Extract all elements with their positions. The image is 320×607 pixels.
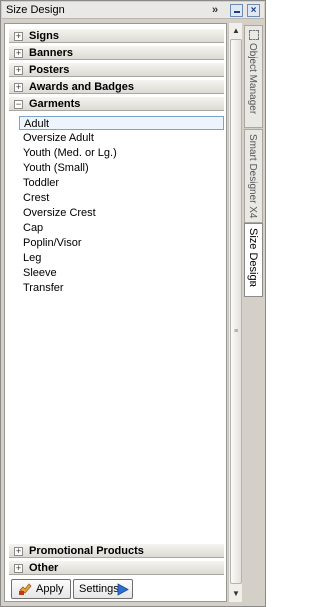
docker-tab-strip: Object Manager Smart Designer X4 Size De… [243, 23, 264, 602]
category-label: Signs [29, 30, 59, 42]
tab-close-icon[interactable]: × [249, 280, 255, 291]
grip-icon: ≡ [234, 328, 239, 335]
category-label: Posters [29, 64, 70, 76]
list-item[interactable]: Transfer [19, 281, 224, 295]
tab-smart-designer[interactable]: Smart Designer X4 [244, 129, 263, 223]
list-item-label: Crest [23, 192, 50, 204]
list-item-label: Youth (Small) [23, 162, 89, 174]
list-item-label: Oversize Adult [23, 132, 94, 144]
scroll-up-icon[interactable]: ▲ [230, 24, 242, 38]
category-banners[interactable]: + Banners [9, 45, 224, 60]
list-item[interactable]: Youth (Small) [19, 161, 224, 175]
tab-label: Smart Designer X4 [247, 134, 258, 219]
category-awards-and-badges[interactable]: + Awards and Badges [9, 79, 224, 94]
list-item[interactable]: Crest [19, 191, 224, 205]
scroll-thumb[interactable]: ≡ [230, 39, 242, 584]
tab-size-design[interactable]: Size Design × [244, 223, 263, 297]
list-item-label: Leg [23, 252, 42, 264]
docker-title-bar[interactable]: Size Design » × [2, 2, 264, 19]
category-label: Awards and Badges [29, 81, 134, 93]
list-item[interactable]: Leg [19, 251, 224, 265]
category-label: Banners [29, 47, 74, 59]
category-label: Garments [29, 98, 81, 110]
minimize-button[interactable] [230, 4, 243, 17]
expand-chevron-icon[interactable]: » [208, 4, 222, 17]
list-item-label: Cap [23, 222, 44, 234]
expand-icon[interactable]: + [14, 547, 23, 556]
list-item[interactable]: Toddler [19, 176, 224, 190]
category-label: Promotional Products [29, 545, 144, 557]
list-item-label: Transfer [23, 282, 64, 294]
category-promotional-products[interactable]: + Promotional Products [9, 543, 224, 558]
tab-object-manager[interactable]: Object Manager [244, 25, 263, 128]
settings-label: Settings [79, 583, 119, 595]
list-item[interactable]: Poplin/Visor [19, 236, 224, 250]
tab-label: Object Manager [247, 43, 258, 115]
apply-button[interactable]: Apply [11, 579, 71, 599]
expand-icon[interactable]: + [14, 32, 23, 41]
list-item-label: Toddler [23, 177, 60, 189]
list-item-label: Poplin/Visor [23, 237, 82, 249]
expand-icon[interactable]: + [14, 49, 23, 58]
list-item[interactable]: Youth (Med. or Lg.) [19, 146, 224, 160]
apply-hand-icon [19, 583, 32, 595]
category-other[interactable]: + Other [9, 560, 224, 575]
collapse-icon[interactable]: − [14, 100, 23, 109]
scroll-down-icon[interactable]: ▼ [230, 587, 242, 601]
category-garments[interactable]: − Garments [9, 96, 224, 111]
vertical-scrollbar[interactable]: ▲ ≡ ▼ [228, 23, 242, 602]
close-button[interactable]: × [247, 4, 260, 17]
list-item[interactable]: Sleeve [19, 266, 224, 280]
list-item-label: Youth (Med. or Lg.) [23, 147, 117, 159]
category-posters[interactable]: + Posters [9, 62, 224, 77]
list-item-label: Oversize Crest [23, 207, 96, 219]
list-item[interactable]: Oversize Adult [19, 131, 224, 145]
expand-icon[interactable]: + [14, 83, 23, 92]
category-list: + Signs + Banners + Posters + Awards and… [4, 23, 227, 602]
list-item-adult[interactable]: Adult [19, 116, 224, 130]
size-design-docker: Size Design » × + Signs + Banners + Post… [0, 0, 266, 607]
category-signs[interactable]: + Signs [9, 28, 224, 43]
tab-label: Size Design [247, 228, 259, 287]
play-arrow-icon [117, 583, 129, 596]
object-manager-icon [249, 30, 259, 40]
category-label: Other [29, 562, 59, 574]
list-item-label: Adult [24, 118, 50, 130]
expand-icon[interactable]: + [14, 564, 23, 573]
list-item[interactable]: Cap [19, 221, 224, 235]
expand-icon[interactable]: + [14, 66, 23, 75]
docker-title: Size Design [6, 4, 65, 16]
settings-button[interactable]: Settings [73, 579, 133, 599]
list-item[interactable]: Oversize Crest [19, 206, 224, 220]
list-item-label: Sleeve [23, 267, 57, 279]
apply-label: Apply [36, 583, 64, 595]
